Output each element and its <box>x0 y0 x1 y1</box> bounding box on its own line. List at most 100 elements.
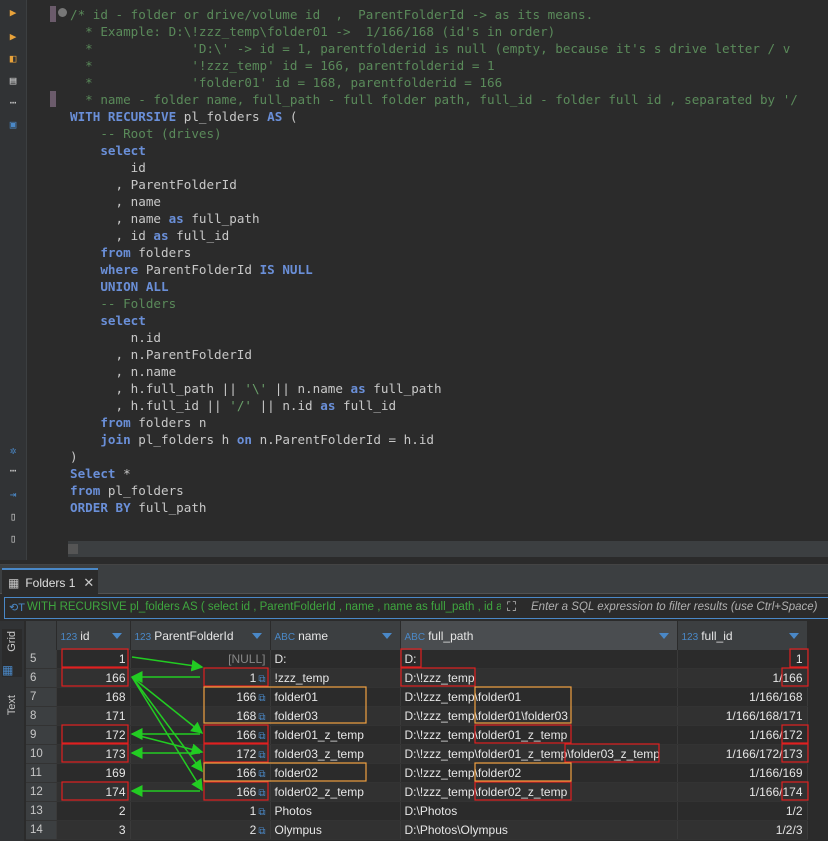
code-line[interactable]: from folders <box>70 244 828 261</box>
code-line[interactable]: -- Folders <box>70 295 828 312</box>
cell-full-id[interactable]: 1/166/174 <box>677 782 808 802</box>
cell-parent-folder-id[interactable]: 168 ⧉ <box>130 706 271 726</box>
table-row[interactable]: 5 1 [NULL] D: D: 1 <box>26 650 808 669</box>
execute-script-icon[interactable]: ▶ <box>5 28 21 44</box>
code-line[interactable]: ) <box>70 448 828 465</box>
cell-full-id[interactable]: 1/2 <box>677 801 808 821</box>
cell-full-path[interactable]: D:\!zzz_temp\folder02_z_temp <box>400 782 678 802</box>
row-number[interactable]: 5 <box>26 650 57 669</box>
code-line[interactable]: from pl_folders <box>70 482 828 499</box>
execute-in-tab-icon[interactable]: ◧ <box>5 50 21 66</box>
table-row[interactable]: 11 169 166 ⧉ folder02 D:\!zzz_temp\folder02 1/… <box>26 763 808 783</box>
column-header-full-path[interactable]: ABC full_path <box>400 621 678 650</box>
cell-full-id[interactable]: 1/166/168/171 <box>677 706 808 726</box>
row-number[interactable]: 14 <box>26 820 57 840</box>
cell-full-id[interactable]: 1/166/172 <box>677 725 808 745</box>
cell-full-id[interactable]: 1/166 <box>677 668 808 688</box>
expand-filter-icon[interactable]: ⛶ <box>507 599 516 615</box>
cell-id[interactable]: 2 <box>56 801 131 821</box>
cell-parent-folder-id[interactable]: 166 ⧉ <box>130 687 271 707</box>
code-line[interactable]: select <box>70 312 828 329</box>
cell-id[interactable]: 166 <box>56 668 131 688</box>
cell-parent-folder-id[interactable]: 1 ⧉ <box>130 668 271 688</box>
sort-arrow-icon[interactable] <box>658 633 669 639</box>
open-reference-icon[interactable]: ⧉ <box>258 750 265 761</box>
cell-id[interactable]: 1 <box>56 650 131 669</box>
code-line[interactable]: where ParentFolderId IS NULL <box>70 261 828 278</box>
table-row[interactable]: 6 166 1 ⧉ !zzz_temp D:\!zzz_temp 1/166 <box>26 668 808 688</box>
fold-toggle-icon[interactable] <box>58 8 67 17</box>
open-reference-icon[interactable]: ⧉ <box>258 807 265 818</box>
code-line[interactable]: UNION ALL <box>70 278 828 295</box>
sql-editor[interactable]: ▶ ▶ ◧ ▤ ⋯ ▣ ✲ ⋯ ⇥ ▯ ▯ /* id - folder or … <box>0 0 828 560</box>
column-header-name[interactable]: ABC name <box>270 621 401 650</box>
export-icon[interactable]: ⇥ <box>5 486 21 502</box>
cell-name[interactable]: folder03_z_temp <box>270 744 401 764</box>
cell-name[interactable]: folder01_z_temp <box>270 725 401 745</box>
filter-input[interactable]: Enter a SQL expression to filter results… <box>531 601 817 613</box>
open-reference-icon[interactable]: ⧉ <box>258 674 265 685</box>
code-line[interactable]: , h.full_id || '/' || n.id as full_id <box>70 397 828 414</box>
cell-full-path[interactable]: D:\Photos\Olympus <box>400 820 678 840</box>
table-row[interactable]: 12 174 166 ⧉ folder02_z_temp D:\!zzz_temp\fol… <box>26 782 808 802</box>
code-line[interactable]: , name as full_path <box>70 210 828 227</box>
scroll-left-icon[interactable] <box>68 544 78 554</box>
cell-parent-folder-id[interactable]: [NULL] <box>130 650 271 669</box>
code-line[interactable]: , ParentFolderId <box>70 176 828 193</box>
cell-name[interactable]: folder03 <box>270 706 401 726</box>
more-icon[interactable]: ⋯ <box>5 94 21 110</box>
cell-id[interactable]: 171 <box>56 706 131 726</box>
filter-bar[interactable]: ⟲T WITH RECURSIVE pl_folders AS ( select… <box>4 597 828 619</box>
code-line[interactable]: , n.ParentFolderId <box>70 346 828 363</box>
table-row[interactable]: 7 168 166 ⧉ folder01 D:\!zzz_temp\folder01 1/1… <box>26 687 808 707</box>
row-number[interactable]: 11 <box>26 763 57 783</box>
document-icon[interactable]: ▯ <box>5 530 21 546</box>
open-reference-icon[interactable]: ⧉ <box>258 769 265 780</box>
sort-arrow-icon[interactable] <box>788 633 799 639</box>
code-line[interactable]: * name - folder name, full_path - full f… <box>70 91 828 108</box>
code-line[interactable]: * 'folder01' id = 168, parentfolderid = … <box>70 74 828 91</box>
cell-parent-folder-id[interactable]: 166 ⧉ <box>130 725 271 745</box>
cell-name[interactable]: D: <box>270 650 401 669</box>
cell-full-path[interactable]: D:\!zzz_temp\folder01_z_temp\folder03_z_… <box>400 744 678 764</box>
cell-full-path[interactable]: D: <box>400 650 678 669</box>
cell-name[interactable]: folder02_z_temp <box>270 782 401 802</box>
cell-parent-folder-id[interactable]: 166 ⧉ <box>130 782 271 802</box>
cell-id[interactable]: 168 <box>56 687 131 707</box>
cell-full-id[interactable]: 1/166/169 <box>677 763 808 783</box>
settings-gear-icon[interactable]: ✲ <box>5 442 21 458</box>
cell-full-id[interactable]: 1 <box>677 650 808 669</box>
table-row[interactable]: 13 2 1 ⧉ Photos D:\Photos 1/2 <box>26 801 808 821</box>
column-header-full-id[interactable]: 123 full_id <box>677 621 808 650</box>
terminal-icon[interactable]: ▣ <box>5 116 21 132</box>
code-line[interactable]: n.id <box>70 329 828 346</box>
row-number[interactable]: 7 <box>26 687 57 707</box>
code-line[interactable]: select <box>70 142 828 159</box>
row-number[interactable]: 8 <box>26 706 57 726</box>
table-row[interactable]: 14 3 2 ⧉ Olympus D:\Photos\Olympus 1/2/3 <box>26 820 808 840</box>
tab-folders-1[interactable]: ▦ Folders 1 ✕ <box>2 568 98 595</box>
more-tools-icon[interactable]: ⋯ <box>5 462 21 478</box>
cell-id[interactable]: 173 <box>56 744 131 764</box>
cell-parent-folder-id[interactable]: 1 ⧉ <box>130 801 271 821</box>
open-reference-icon[interactable]: ⧉ <box>258 712 265 723</box>
cell-full-path[interactable]: D:\!zzz_temp\folder01 <box>400 687 678 707</box>
code-line[interactable]: ORDER BY full_path <box>70 499 828 516</box>
results-grid[interactable]: 123 id 123 ParentFolderId ABC name ABC full_pat… <box>26 621 828 841</box>
column-header-id[interactable]: 123 id <box>56 621 131 650</box>
cell-full-path[interactable]: D:\!zzz_temp\folder01\folder03 <box>400 706 678 726</box>
grid-view-icon[interactable]: ▦ <box>2 663 22 677</box>
cell-full-path[interactable]: D:\Photos <box>400 801 678 821</box>
open-reference-icon[interactable]: ⧉ <box>258 826 265 837</box>
cell-full-id[interactable]: 1/166/172/173 <box>677 744 808 764</box>
code-line[interactable]: , n.name <box>70 363 828 380</box>
open-reference-icon[interactable]: ⧉ <box>258 693 265 704</box>
grid-corner[interactable] <box>26 621 57 650</box>
open-reference-icon[interactable]: ⧉ <box>258 788 265 799</box>
code-line[interactable]: Select * <box>70 465 828 482</box>
table-row[interactable]: 8 171 168 ⧉ folder03 D:\!zzz_temp\folder01\fo… <box>26 706 808 726</box>
code-line[interactable]: id <box>70 159 828 176</box>
cell-name[interactable]: Photos <box>270 801 401 821</box>
open-reference-icon[interactable]: ⧉ <box>258 731 265 742</box>
cell-name[interactable]: folder02 <box>270 763 401 783</box>
